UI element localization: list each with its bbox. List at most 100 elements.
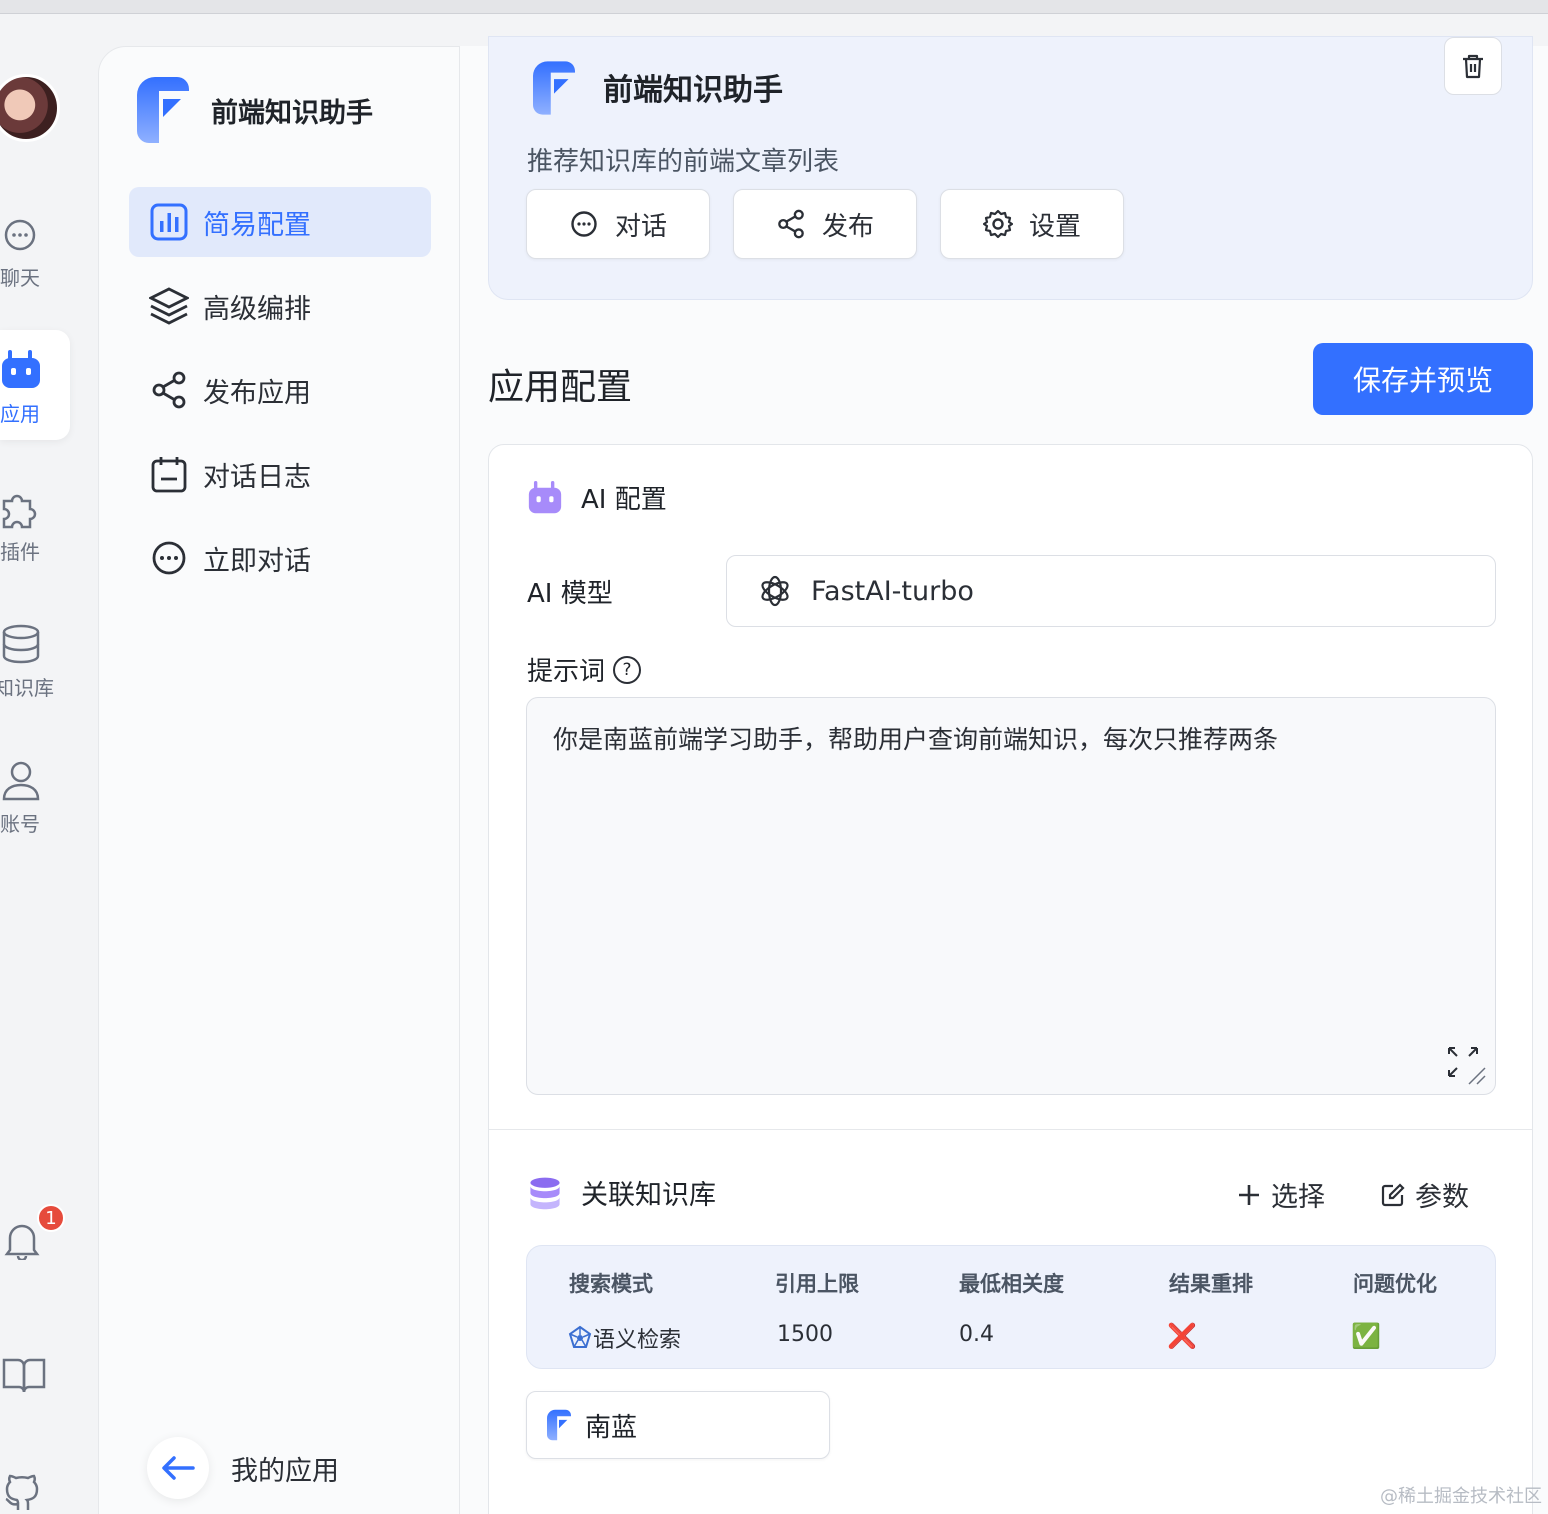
share-icon	[776, 209, 806, 239]
rail-item-label: 账号	[0, 812, 40, 836]
sidebar-item-label: 发布应用	[203, 377, 311, 409]
sidebar-item-advanced[interactable]: 高级编排	[129, 271, 431, 341]
app-header-card: 前端知识助手 推荐知识库的前端文章列表 对话 发布 设置	[488, 36, 1533, 300]
kb-logo-icon	[547, 1409, 571, 1441]
sidebar-item-label: 立即对话	[203, 545, 311, 577]
robot-icon	[528, 480, 562, 513]
ai-config-heading: AI 配置	[527, 479, 667, 516]
sidebar-item-chat-now[interactable]: 立即对话	[129, 523, 431, 593]
calendar-log-icon	[149, 454, 189, 494]
table-header: 最低相关度	[959, 1272, 1064, 1296]
app-description: 推荐知识库的前端文章列表	[527, 147, 840, 177]
table-header: 问题优化	[1353, 1272, 1437, 1296]
rail-item-plugins[interactable]: 插件	[0, 486, 70, 596]
expand-icon[interactable]	[1447, 1046, 1487, 1086]
semantic-search-icon	[568, 1325, 592, 1348]
sidebar-item-logs[interactable]: 对话日志	[129, 439, 431, 509]
gear-icon	[982, 209, 1013, 239]
kb-item-name: 南蓝	[585, 1412, 638, 1443]
rail-item-label: 插件	[0, 540, 40, 564]
sidebar-item-label: 高级编排	[203, 293, 311, 325]
app-brand: 前端知识助手	[137, 77, 373, 143]
kb-title: 关联知识库	[581, 1180, 716, 1211]
chat-button[interactable]: 对话	[526, 189, 710, 259]
prompt-label-row: 提示词 ?	[527, 651, 642, 688]
book-icon[interactable]	[2, 1356, 46, 1398]
app-logo-icon	[533, 61, 575, 115]
rail-item-apps[interactable]: 应用	[0, 330, 70, 440]
model-select[interactable]: FastAI-turbo	[726, 555, 1496, 627]
app-name: 前端知识助手	[211, 97, 373, 129]
publish-button[interactable]: 发布	[733, 189, 917, 259]
kb-params-button[interactable]: 参数	[1379, 1175, 1469, 1214]
model-label: AI 模型	[527, 579, 613, 609]
back-to-my-apps[interactable]: 我的应用	[147, 1437, 339, 1499]
chat-bubble-icon	[149, 538, 189, 578]
rail-item-knowledge-base[interactable]: 知识库	[0, 622, 70, 732]
ai-config-title: AI 配置	[581, 485, 667, 515]
user-icon	[0, 758, 44, 802]
config-card: AI 配置 AI 模型 FastAI-turbo 提示词 ? 你是南蓝前端学习助…	[488, 444, 1533, 1514]
table-cell-limit: 1500	[777, 1322, 833, 1347]
kb-params-table: 搜索模式 引用上限 最低相关度 结果重排 问题优化 语义检索 1500 0.4 …	[526, 1245, 1496, 1369]
model-value: FastAI-turbo	[811, 575, 974, 607]
sidebar-item-label: 对话日志	[203, 461, 311, 493]
openai-icon	[761, 575, 789, 607]
main-content: 前端知识助手 推荐知识库的前端文章列表 对话 发布 设置 应用配置 保存并预览 …	[460, 36, 1548, 1514]
bell-icon[interactable]	[4, 1220, 40, 1264]
puzzle-icon	[0, 486, 44, 530]
rail-item-label: 应用	[0, 402, 40, 426]
section-title: 应用配置	[488, 367, 633, 408]
prompt-text: 你是南蓝前端学习助手，帮助用户查询前端知识，每次只推荐两条	[553, 725, 1279, 754]
plus-icon	[1235, 1181, 1263, 1209]
publish-button-label: 发布	[821, 211, 874, 242]
kb-item[interactable]: 南蓝	[526, 1391, 830, 1459]
share-icon	[149, 370, 189, 410]
settings-button-label: 设置	[1028, 211, 1081, 242]
watermark: @稀土掘金技术社区	[1380, 1486, 1542, 1507]
table-header: 结果重排	[1169, 1272, 1253, 1296]
table-header: 搜索模式	[569, 1272, 653, 1296]
avatar[interactable]	[0, 74, 60, 142]
sidebar-item-simple-config[interactable]: 简易配置	[129, 187, 431, 257]
trash-icon	[1463, 54, 1483, 79]
delete-app-button[interactable]	[1444, 37, 1502, 95]
robot-icon	[0, 348, 44, 392]
rail-item-account[interactable]: 账号	[0, 758, 70, 868]
app-logo-icon	[137, 77, 189, 143]
table-cell-optimize: ✅	[1351, 1322, 1381, 1350]
rail-item-label: 知识库	[0, 676, 54, 700]
chat-button-label: 对话	[614, 211, 667, 242]
database-icon	[0, 622, 44, 666]
kb-select-button[interactable]: 选择	[1235, 1175, 1325, 1214]
help-icon[interactable]: ?	[613, 655, 642, 684]
chat-bubble-icon	[569, 209, 599, 239]
table-header: 引用上限	[775, 1272, 859, 1296]
github-icon[interactable]	[2, 1470, 46, 1514]
arrow-left-icon	[162, 1456, 195, 1480]
kb-params-label: 参数	[1415, 1182, 1469, 1213]
table-cell-rerank: ❌	[1167, 1322, 1197, 1350]
kb-heading: 关联知识库	[527, 1173, 716, 1212]
rail-item-chat[interactable]: 聊天	[0, 212, 70, 322]
rail-item-label: 聊天	[0, 266, 40, 290]
table-cell-min-relevance: 0.4	[959, 1322, 994, 1347]
edit-icon	[1379, 1181, 1407, 1209]
app-title: 前端知识助手	[603, 73, 783, 108]
left-rail: 聊天 应用 插件 知识库 账号	[0, 14, 96, 1514]
layers-icon	[149, 286, 189, 326]
back-button[interactable]	[147, 1437, 209, 1499]
sidebar-item-publish[interactable]: 发布应用	[129, 355, 431, 425]
bar-chart-icon	[149, 202, 189, 242]
kb-select-label: 选择	[1271, 1182, 1325, 1213]
notification-badge: 1	[37, 1204, 65, 1232]
table-cell-mode: 语义检索	[567, 1322, 681, 1354]
save-preview-button[interactable]: 保存并预览	[1313, 343, 1533, 415]
prompt-label: 提示词	[527, 657, 606, 687]
chat-bubble-icon	[0, 212, 44, 256]
settings-button[interactable]: 设置	[940, 189, 1124, 259]
back-label: 我的应用	[231, 1455, 339, 1487]
prompt-textarea[interactable]: 你是南蓝前端学习助手，帮助用户查询前端知识，每次只推荐两条	[526, 697, 1496, 1095]
database-icon	[530, 1177, 560, 1209]
app-sidebar: 前端知识助手 简易配置 高级编排 发布应用 对话日志 立即对话 我的应用	[98, 46, 460, 1514]
